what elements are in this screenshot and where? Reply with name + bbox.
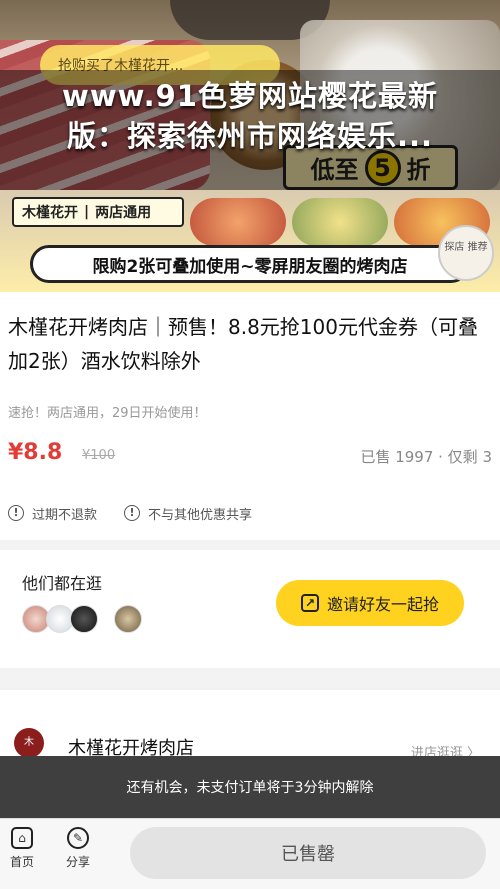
- share-edit-icon: ↗: [300, 594, 319, 612]
- avatar: [70, 605, 98, 633]
- product-subtitle: 速抢！两店通用，29日开始使用！: [8, 406, 207, 421]
- original-price: ¥100: [82, 448, 116, 463]
- bottom-bar: ⌂ 首页 ✎ 分享 已售罄: [0, 818, 500, 889]
- policy-no-stacking: ! 不与其他优惠共享: [124, 502, 252, 524]
- caption-line-2: 版：探索徐州市网络娱乐...: [66, 119, 434, 153]
- brand-name: 木槿花开: [22, 205, 78, 221]
- avatar: [114, 605, 142, 633]
- info-icon: !: [124, 505, 140, 521]
- countdown-toast: 还有机会，未支付订单将于3分钟内解除: [0, 756, 500, 818]
- policy-label: 不与其他优惠共享: [148, 507, 253, 523]
- policy-label: 过期不退款: [32, 507, 98, 523]
- home-label: 首页: [9, 855, 34, 869]
- home-tab[interactable]: ⌂ 首页: [0, 827, 44, 870]
- dish-image: [292, 198, 388, 246]
- brand-scope: 两店通用: [95, 205, 152, 221]
- price-row: ¥8.8 ¥100 已售 1997 · 仅剩 3: [8, 440, 492, 470]
- home-icon: ⌂: [11, 827, 33, 849]
- sale-price: ¥8.8: [8, 440, 63, 465]
- section-label: 他们都在逛: [22, 574, 103, 593]
- info-icon: !: [8, 505, 24, 521]
- share-label: 分享: [65, 855, 90, 869]
- shop-logo: 木: [14, 728, 44, 758]
- share-tab[interactable]: ✎ 分享: [56, 827, 100, 870]
- overlay-caption: www.91色萝网站樱花最新 版：探索徐州市网络娱乐...: [0, 70, 500, 190]
- browsing-users-section: 他们都在逛 ↗ 邀请好友一起抢: [0, 550, 500, 668]
- product-card: 木槿花开烤肉店｜预售！8.8元抢100元代金券（可叠加2张）酒水饮料除外 速抢！…: [0, 292, 500, 540]
- dish-image: [190, 198, 286, 246]
- policy-no-refund: ! 过期不退款: [8, 502, 97, 524]
- brand-tag: 木槿花开 | 两店通用: [12, 197, 184, 227]
- invite-friends-button[interactable]: ↗ 邀请好友一起抢: [276, 580, 464, 626]
- promo-slogan: 限购2张可叠加使用~零屏朋友圈的烤肉店: [30, 245, 470, 283]
- sold-out-button[interactable]: 已售罄: [130, 827, 486, 879]
- product-title: 木槿花开烤肉店｜预售！8.8元抢100元代金券（可叠加2张）酒水饮料除外: [8, 315, 478, 373]
- share-icon: ✎: [67, 827, 89, 849]
- caption-line-1: www.91色萝网站樱花最新: [62, 79, 438, 113]
- avatar-group: [22, 605, 142, 635]
- brand-separator: |: [84, 204, 90, 220]
- invite-label: 邀请好友一起抢: [326, 595, 439, 614]
- recommend-stamp: 探店 推荐: [438, 225, 494, 281]
- sold-count: 已售 1997 · 仅剩 3: [360, 448, 492, 466]
